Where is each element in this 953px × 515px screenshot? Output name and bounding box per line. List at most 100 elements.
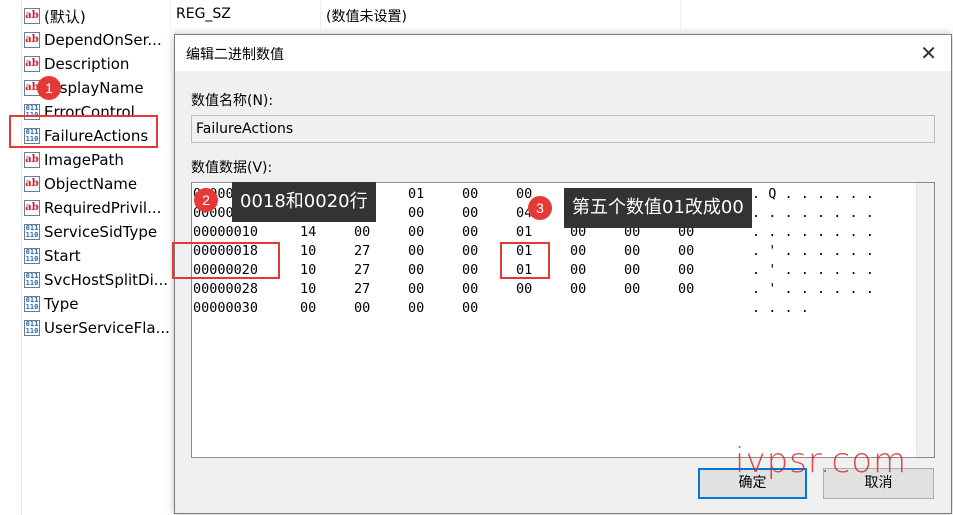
hex-byte[interactable]: 00 — [678, 262, 694, 278]
registry-value-name: ImagePath — [44, 151, 124, 169]
value-data-label: 数值数据(V): — [191, 160, 273, 176]
binary-icon: 011 110 — [24, 248, 40, 264]
string-icon: ab — [24, 176, 40, 192]
hex-byte[interactable]: 00 — [570, 243, 586, 259]
top-row-value: (数值未设置) — [326, 9, 407, 25]
hex-offset: 00000030 — [193, 300, 259, 316]
value-name-field[interactable]: FailureActions — [191, 115, 935, 143]
dialog-title-bar[interactable]: 编辑二进制数值 ✕ — [175, 35, 951, 71]
hex-byte[interactable]: 00 — [354, 300, 370, 316]
hex-byte[interactable]: 00 — [462, 262, 478, 278]
registry-value-item[interactable]: ab (默认) — [24, 4, 86, 28]
hex-ascii: . . . . . . . . — [752, 224, 874, 240]
string-icon: ab — [24, 200, 40, 216]
dialog-title: 编辑二进制数值 — [186, 47, 284, 63]
hex-editor[interactable]: 000000008051010000000000. Q . . . . . .0… — [191, 182, 935, 458]
registry-value-name: RequiredPrivil... — [44, 199, 162, 217]
hex-ascii: . ' . . . . . . — [752, 262, 874, 278]
hex-byte[interactable]: 27 — [354, 262, 370, 278]
hex-byte[interactable]: 00 — [624, 262, 640, 278]
registry-value-name: Start — [44, 247, 81, 265]
step-2-badge: 2 — [194, 188, 218, 212]
step-3-badge: 3 — [528, 196, 552, 220]
hex-byte[interactable]: 01 — [516, 224, 532, 240]
callout-change-value: 第五个数值01改成00 — [564, 188, 752, 228]
hex-byte[interactable]: 00 — [408, 205, 424, 221]
hex-byte[interactable]: 00 — [354, 224, 370, 240]
hex-byte[interactable]: 00 — [624, 281, 640, 297]
callout-rows: 0018和0020行 — [232, 182, 376, 222]
hex-byte[interactable]: 14 — [300, 224, 316, 240]
hex-ascii: . Q . . . . . . — [752, 186, 874, 202]
hex-byte[interactable]: 10 — [300, 262, 316, 278]
hex-byte[interactable]: 01 — [408, 186, 424, 202]
registry-value-name: ServiceSidType — [44, 223, 158, 241]
hex-byte[interactable]: 00 — [408, 243, 424, 259]
hex-ascii: . ' . . . . . . — [752, 281, 874, 297]
column-separator — [680, 0, 681, 30]
registry-value-item[interactable]: 011 110 SvcHostSplitDi... — [24, 268, 168, 292]
hex-ascii: . . . . — [752, 300, 809, 316]
scrollbar-thumb[interactable] — [920, 187, 930, 449]
binary-icon: 011 110 — [24, 320, 40, 336]
registry-value-name: UserServiceFla... — [44, 319, 170, 337]
offset-rows-highlight — [172, 242, 280, 279]
hex-byte[interactable]: 00 — [462, 186, 478, 202]
hex-byte[interactable]: 00 — [300, 300, 316, 316]
string-icon: ab — [24, 56, 40, 72]
hex-ascii: . ' . . . . . . — [752, 243, 874, 259]
value-name-label: 数值名称(N): — [191, 93, 274, 109]
hex-byte[interactable]: 00 — [408, 281, 424, 297]
hex-offset: 00000028 — [193, 281, 259, 297]
binary-icon: 011 110 — [24, 272, 40, 288]
registry-value-item[interactable]: 011 110 ServiceSidType — [24, 220, 157, 244]
registry-value-name: (默认) — [44, 7, 86, 26]
string-icon: ab — [24, 32, 40, 48]
hex-byte[interactable]: 00 — [462, 205, 478, 221]
hex-byte[interactable]: 00 — [462, 224, 478, 240]
column-separator — [170, 0, 171, 30]
registry-value-item[interactable]: ab DependOnSer... — [24, 28, 162, 52]
registry-value-item[interactable]: ab RequiredPrivil... — [24, 196, 161, 220]
tree-divider — [21, 0, 22, 515]
registry-value-item[interactable]: 011 110 UserServiceFla... — [24, 316, 170, 340]
binary-icon: 011 110 — [24, 224, 40, 240]
hex-byte[interactable]: 00 — [678, 243, 694, 259]
registry-value-name: Type — [44, 295, 79, 313]
registry-value-item[interactable]: 011 110 Start — [24, 244, 81, 268]
hex-byte[interactable]: 00 — [678, 281, 694, 297]
registry-value-name: Description — [44, 55, 130, 73]
hex-byte[interactable]: 00 — [462, 300, 478, 316]
string-icon: ab — [24, 152, 40, 168]
step-1-badge: 1 — [37, 76, 61, 100]
registry-value-item[interactable]: ab Description — [24, 52, 129, 76]
hex-byte[interactable]: 00 — [624, 243, 640, 259]
registry-value-name: ObjectName — [44, 175, 138, 193]
close-icon[interactable]: ✕ — [920, 41, 937, 65]
hex-ascii: . . . . . . . . — [752, 205, 874, 221]
hex-byte[interactable]: 10 — [300, 243, 316, 259]
hex-byte[interactable]: 00 — [570, 262, 586, 278]
binary-icon: 011 110 — [24, 296, 40, 312]
hex-byte[interactable]: 00 — [408, 224, 424, 240]
hex-byte[interactable]: 00 — [408, 300, 424, 316]
hex-byte[interactable]: 10 — [300, 281, 316, 297]
top-row-type: REG_SZ — [176, 6, 231, 22]
site-watermark: ivpsr.com — [735, 441, 908, 481]
hex-byte[interactable]: 00 — [516, 281, 532, 297]
hex-byte[interactable]: 00 — [570, 281, 586, 297]
string-icon: ab — [24, 8, 40, 24]
hex-byte[interactable]: 00 — [462, 243, 478, 259]
registry-value-item[interactable]: ab ObjectName — [24, 172, 137, 196]
registry-value-name: DependOnSer... — [44, 31, 162, 49]
registry-value-item[interactable]: 011 110 Type — [24, 292, 78, 316]
fifth-byte-highlight — [500, 242, 550, 279]
hex-byte[interactable]: 27 — [354, 243, 370, 259]
vertical-scrollbar[interactable] — [916, 183, 934, 457]
registry-value-item[interactable]: ab ImagePath — [24, 148, 124, 172]
hex-byte[interactable]: 00 — [408, 262, 424, 278]
hex-byte[interactable]: 00 — [462, 281, 478, 297]
failureactions-highlight — [9, 115, 158, 148]
column-separator — [320, 0, 321, 30]
hex-byte[interactable]: 27 — [354, 281, 370, 297]
